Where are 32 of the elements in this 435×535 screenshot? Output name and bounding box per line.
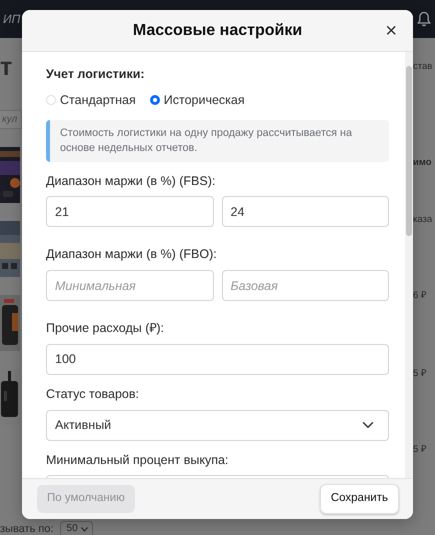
radio-label: Историческая xyxy=(164,92,245,109)
close-button[interactable]: × xyxy=(381,19,401,43)
column-text: 5 ₽ xyxy=(413,443,427,458)
field-label: Учет логистики: xyxy=(46,66,146,83)
column-text: 6 ₽ xyxy=(413,288,427,303)
save-button[interactable]: Сохранить xyxy=(320,484,399,514)
field-label: Диапазон маржи (в %) (FBS): xyxy=(46,172,216,190)
info-note: Стоимость логистики на одну продажу рассчитывается на основе недельных отчетов. xyxy=(46,120,389,162)
field-label: Прочие расходы (₽): xyxy=(46,320,166,338)
input-field[interactable]: Базовая xyxy=(222,270,389,302)
input-field[interactable]: 24 xyxy=(222,196,389,228)
scrollbar-thumb[interactable] xyxy=(406,66,412,236)
scrollbar[interactable] xyxy=(405,52,413,478)
radio-button[interactable] xyxy=(150,95,160,106)
page-heading: т xyxy=(0,52,14,82)
column-text: имо xyxy=(413,156,432,170)
radio-label: Стандартная xyxy=(60,92,136,109)
input-field[interactable]: 21 xyxy=(46,196,214,228)
column-text: став xyxy=(413,60,432,74)
field-label: Диапазон маржи (в %) (FBO): xyxy=(46,246,218,264)
field-label: Минимальный процент выкупа: xyxy=(46,452,230,469)
page-size-label: зывать по: xyxy=(0,524,54,535)
column-text: каза xyxy=(413,212,432,226)
brand-name: ИП xyxy=(3,11,20,28)
input-field[interactable]: Минимальная xyxy=(46,270,214,302)
modal-title: Массовые настройки xyxy=(132,20,302,40)
bell-icon xyxy=(417,11,431,27)
caret-icon xyxy=(80,526,88,532)
field-label: Статус товаров: xyxy=(46,386,140,403)
column-text: 5 ₽ xyxy=(413,367,427,381)
input-field[interactable]: 100 xyxy=(46,344,389,375)
select-field[interactable]: Активный xyxy=(46,410,389,441)
